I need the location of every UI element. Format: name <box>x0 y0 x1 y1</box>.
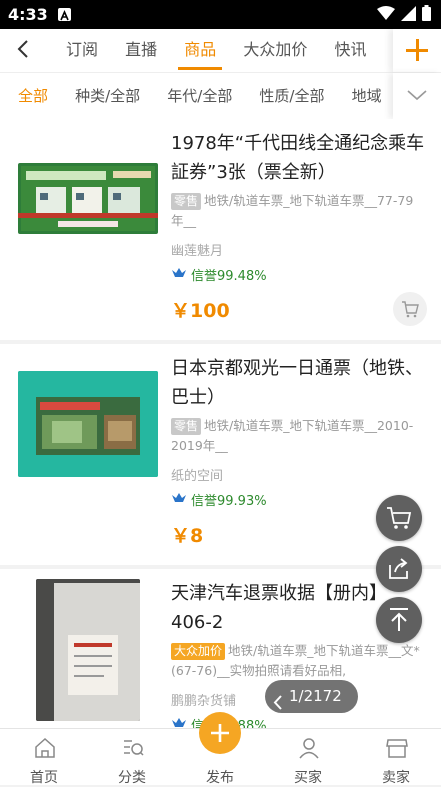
filter-all[interactable]: 全部 <box>18 73 48 119</box>
product-item[interactable]: 日本京都观光一日通票（地铁、巴士） 零售 地铁/轨道车票_地下轨道车票__2010… <box>0 344 441 565</box>
category-text: 地铁/轨道车票_地下轨道车票__77-79年__ <box>171 193 414 228</box>
product-category: 大众加价 地铁/轨道车票_地下轨道车票__文*(67-76)__实物拍照请看好品相… <box>171 641 425 681</box>
product-price: ￥100 <box>171 300 230 322</box>
product-list: 1978年“千代田线全通纪念乘车証券”3张（票全新） 零售 地铁/轨道车票_地下轨… <box>0 119 441 728</box>
shop-icon <box>386 737 408 763</box>
nav-category[interactable]: 分类 <box>88 729 176 786</box>
product-title[interactable]: 1978年“千代田线全通纪念乘车証券”3张（票全新） <box>171 129 425 187</box>
sale-type-tag: 零售 <box>171 418 202 435</box>
filter-list: 全部 种类/全部 年代/全部 性质/全部 地域 <box>18 73 391 119</box>
back-arrow-icon[interactable] <box>12 37 36 61</box>
share-icon <box>387 557 411 585</box>
add-to-cart-button[interactable] <box>393 292 427 326</box>
share-fab-button[interactable] <box>376 546 422 592</box>
publish-button[interactable] <box>199 712 241 754</box>
product-thumbnail[interactable] <box>36 579 140 721</box>
nav-home[interactable]: 首页 <box>0 729 88 786</box>
tab-public-bidding[interactable]: 大众加价 <box>243 29 307 72</box>
credit-rating: 信誉99.93% <box>171 490 267 509</box>
filter-nature[interactable]: 性质/全部 <box>259 73 324 119</box>
product-thumbnail[interactable] <box>18 163 158 234</box>
category-text: 地铁/轨道车票_地下轨道车票__2010-2019年__ <box>171 418 414 453</box>
seller-name[interactable]: 幽莲魅月 <box>171 240 223 259</box>
crown-icon <box>171 491 187 509</box>
filter-bar: 全部 种类/全部 年代/全部 性质/全部 地域 <box>0 72 441 120</box>
crown-icon <box>171 266 187 284</box>
crown-icon <box>171 716 187 729</box>
home-icon <box>34 737 56 763</box>
plus-icon <box>209 722 231 748</box>
user-icon <box>298 737 320 763</box>
credit-rating: 信誉99.48% <box>171 265 267 284</box>
page-count: 1/2172 <box>289 687 342 705</box>
status-time: 4:33 <box>8 5 48 24</box>
cart-fab-button[interactable] <box>376 495 422 541</box>
category-icon <box>122 737 144 763</box>
chevron-down-icon <box>406 87 428 106</box>
seller-name[interactable]: 鹏鹏杂货铺 <box>171 690 236 709</box>
top-tab-bar: 订阅 直播 商品 大众加价 快讯 <box>0 29 441 72</box>
tab-news[interactable]: 快讯 <box>334 29 366 72</box>
cart-icon <box>386 506 412 534</box>
product-price: ￥8 <box>171 525 204 547</box>
tab-products[interactable]: 商品 <box>178 29 223 72</box>
a-icon <box>58 8 71 21</box>
cell-signal-icon <box>401 5 416 25</box>
product-item[interactable]: 1978年“千代田线全通纪念乘车証券”3张（票全新） 零售 地铁/轨道车票_地下轨… <box>0 119 441 340</box>
tab-live[interactable]: 直播 <box>125 29 157 72</box>
wifi-icon <box>377 5 395 25</box>
battery-icon <box>422 5 431 25</box>
nav-seller[interactable]: 卖家 <box>352 729 440 786</box>
product-category: 零售 地铁/轨道车票_地下轨道车票__2010-2019年__ <box>171 416 425 456</box>
tab-subscribe[interactable]: 订阅 <box>66 29 98 72</box>
seller-name[interactable]: 纸的空间 <box>171 465 223 484</box>
nav-buyer[interactable]: 买家 <box>264 729 352 786</box>
page-indicator[interactable]: 1/2172 <box>265 680 358 713</box>
status-bar: 4:33 <box>0 0 441 29</box>
chevron-left-icon <box>273 689 283 722</box>
filter-region[interactable]: 地域 <box>352 73 382 119</box>
product-thumbnail[interactable] <box>18 371 158 477</box>
cart-icon <box>401 300 419 322</box>
back-to-top-button[interactable] <box>376 597 422 643</box>
product-title[interactable]: 日本京都观光一日通票（地铁、巴士） <box>171 354 425 412</box>
top-tabs: 订阅 直播 商品 大众加价 快讯 <box>66 29 386 72</box>
add-button[interactable] <box>393 29 441 72</box>
product-category: 零售 地铁/轨道车票_地下轨道车票__77-79年__ <box>171 191 425 231</box>
arrow-up-icon <box>387 607 411 637</box>
sale-type-tag: 大众加价 <box>171 643 226 660</box>
filter-era[interactable]: 年代/全部 <box>167 73 232 119</box>
product-item[interactable]: 天津汽车退票收据【册内】406-2 大众加价 地铁/轨道车票_地下轨道车票__文*… <box>0 569 441 728</box>
expand-filters-button[interactable] <box>393 73 441 119</box>
sale-type-tag: 零售 <box>171 193 202 210</box>
filter-type[interactable]: 种类/全部 <box>75 73 140 119</box>
